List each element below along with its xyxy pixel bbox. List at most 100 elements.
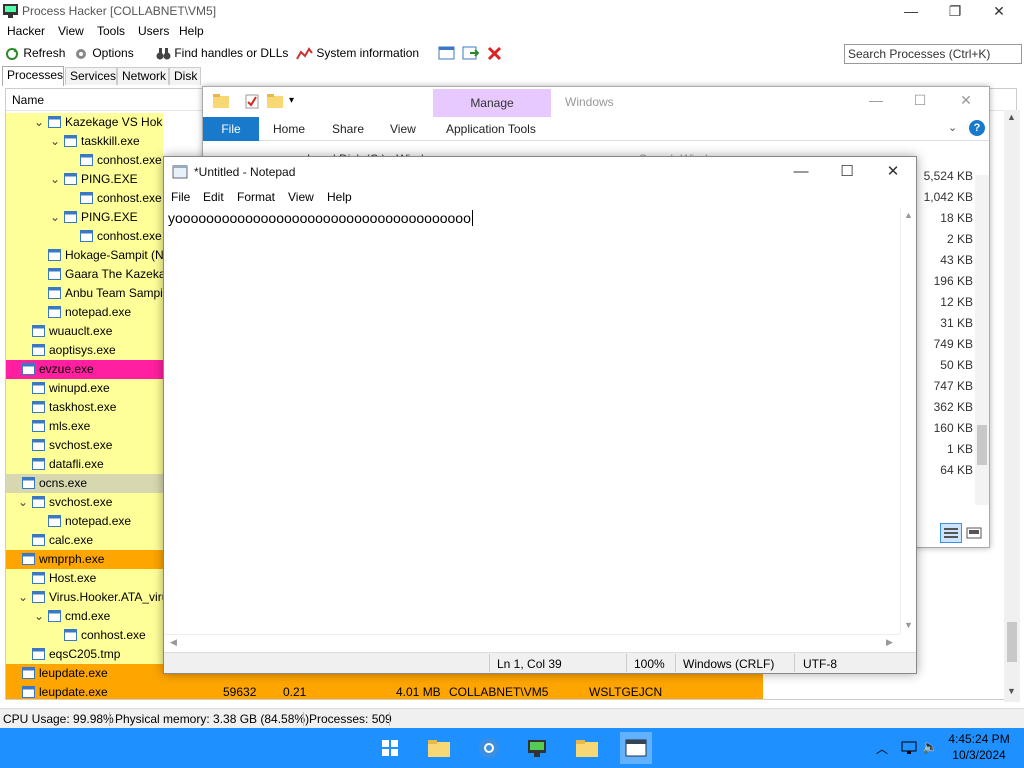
- taskbar-explorer-2[interactable]: [574, 736, 600, 760]
- terminate-button[interactable]: [487, 46, 502, 64]
- process-row[interactable]: taskhost.exe: [6, 398, 163, 417]
- process-row[interactable]: ⌄ PING.EXE: [6, 208, 163, 227]
- process-row[interactable]: calc.exe: [6, 531, 163, 550]
- process-row[interactable]: conhost.exe: [6, 227, 163, 246]
- window-arrow-button[interactable]: [462, 46, 480, 64]
- options-button[interactable]: Options: [74, 46, 134, 61]
- ribbon-tab-file[interactable]: File: [203, 117, 259, 141]
- explorer-scroll-thumb[interactable]: [977, 425, 987, 465]
- process-row[interactable]: ⌄ taskkill.exe: [6, 132, 163, 151]
- menu-users[interactable]: Users: [138, 24, 169, 38]
- expand-icon[interactable]: ⌄: [50, 132, 60, 151]
- process-row[interactable]: winupd.exe: [6, 379, 163, 398]
- process-row[interactable]: ⌄ cmd.exe: [6, 607, 163, 626]
- large-icons-view-button[interactable]: [965, 525, 983, 541]
- explorer-close-button[interactable]: ✕: [943, 89, 989, 111]
- search-input[interactable]: Search Processes (Ctrl+K): [844, 44, 1022, 64]
- process-row[interactable]: conhost.exe: [6, 189, 163, 208]
- window-toolbar-button[interactable]: [438, 46, 455, 64]
- process-row[interactable]: ⌄ PING.EXE: [6, 170, 163, 189]
- close-button[interactable]: ✕: [976, 0, 1022, 22]
- manage-tab[interactable]: Manage: [433, 89, 551, 117]
- show-hidden-icons-icon[interactable]: ︿: [876, 740, 888, 757]
- expand-icon[interactable]: ⌄: [50, 170, 60, 189]
- explorer-maximize-button[interactable]: ☐: [897, 89, 943, 111]
- taskbar-process-hacker[interactable]: [524, 736, 550, 760]
- process-row[interactable]: ocns.exe: [6, 474, 163, 493]
- menu-tools[interactable]: Tools: [97, 24, 125, 38]
- ribbon-tab-share[interactable]: Share: [332, 122, 364, 136]
- process-row[interactable]: Anbu Team Sampit: [6, 284, 163, 303]
- notepad-menu-help[interactable]: Help: [327, 190, 352, 204]
- notepad-menu-view[interactable]: View: [288, 190, 314, 204]
- qat-dropdown-icon[interactable]: ▾: [289, 95, 294, 106]
- process-row[interactable]: datafli.exe: [6, 455, 163, 474]
- new-folder-icon[interactable]: [267, 94, 283, 108]
- process-row[interactable]: Host.exe: [6, 569, 163, 588]
- notepad-horizontal-scrollbar[interactable]: ◀ ▶: [164, 634, 900, 650]
- details-view-button[interactable]: [940, 523, 962, 543]
- notepad-menu-edit[interactable]: Edit: [203, 190, 224, 204]
- menu-view[interactable]: View: [58, 24, 84, 38]
- notepad-maximize-button[interactable]: ☐: [824, 161, 870, 183]
- start-button[interactable]: [378, 736, 404, 760]
- process-row[interactable]: Gaara The Kazekage: [6, 265, 163, 284]
- refresh-button[interactable]: Refresh: [5, 46, 65, 61]
- volume-icon[interactable]: 🔈: [922, 739, 938, 755]
- ribbon-tab-view[interactable]: View: [390, 122, 416, 136]
- process-row[interactable]: conhost.exe: [6, 626, 163, 645]
- notepad-minimize-button[interactable]: —: [778, 161, 824, 183]
- process-row[interactable]: eqsC205.tmp: [6, 645, 163, 664]
- explorer-scrollbar[interactable]: [975, 175, 989, 505]
- process-row[interactable]: ⌄ Virus.Hooker.ATA_viru: [6, 588, 163, 607]
- process-row[interactable]: notepad.exe: [6, 303, 163, 322]
- notepad-menu-file[interactable]: File: [171, 190, 190, 204]
- expand-icon[interactable]: ⌄: [18, 588, 28, 607]
- scroll-down-icon[interactable]: ▼: [1007, 686, 1016, 696]
- ribbon-tab-home[interactable]: Home: [273, 122, 305, 136]
- process-row[interactable]: wuauclt.exe: [6, 322, 163, 341]
- notepad-vertical-scrollbar[interactable]: ▲ ▼: [900, 208, 916, 634]
- help-icon[interactable]: ?: [969, 120, 985, 136]
- notepad-scroll-left-icon[interactable]: ◀: [170, 637, 177, 648]
- properties-icon[interactable]: [245, 94, 259, 109]
- notepad-close-button[interactable]: ✕: [870, 161, 916, 183]
- network-icon[interactable]: [900, 740, 918, 756]
- find-handles-button[interactable]: Find handles or DLLs: [156, 46, 288, 61]
- menu-help[interactable]: Help: [179, 24, 204, 38]
- notepad-scroll-right-icon[interactable]: ▶: [886, 637, 893, 648]
- taskbar-notepad[interactable]: [620, 732, 652, 764]
- expand-icon[interactable]: ⌄: [50, 208, 60, 227]
- tab-processes[interactable]: Processes: [2, 66, 64, 86]
- notepad-menu-format[interactable]: Format: [237, 190, 275, 204]
- process-row[interactable]: conhost.exe: [6, 151, 163, 170]
- minimize-button[interactable]: —: [888, 0, 934, 22]
- expand-icon[interactable]: ⌄: [18, 493, 28, 512]
- tab-disk[interactable]: Disk: [169, 67, 201, 85]
- process-row[interactable]: ⌄ svchost.exe: [6, 493, 163, 512]
- explorer-minimize-button[interactable]: —: [853, 89, 899, 111]
- vertical-scrollbar[interactable]: ▲ ▼: [1004, 110, 1020, 702]
- process-row[interactable]: notepad.exe: [6, 512, 163, 531]
- tab-network[interactable]: Network: [117, 67, 169, 85]
- taskbar-browser[interactable]: [476, 736, 502, 760]
- tab-services[interactable]: Services: [65, 67, 117, 85]
- ribbon-tab-application-tools[interactable]: Application Tools: [446, 122, 536, 136]
- process-row[interactable]: Hokage-Sampit (Ne: [6, 246, 163, 265]
- menu-hacker[interactable]: Hacker: [7, 24, 45, 38]
- expand-icon[interactable]: ⌄: [34, 607, 44, 626]
- notepad-text-area[interactable]: yoooooooooooooooooooooooooooooooooooooo: [164, 208, 900, 638]
- restore-button[interactable]: ❐: [932, 0, 978, 22]
- notepad-scroll-down-icon[interactable]: ▼: [904, 620, 913, 630]
- process-row[interactable]: mls.exe: [6, 417, 163, 436]
- notepad-scroll-up-icon[interactable]: ▲: [904, 210, 913, 220]
- process-row[interactable]: svchost.exe: [6, 436, 163, 455]
- scroll-up-icon[interactable]: ▲: [1007, 112, 1016, 122]
- clock[interactable]: 4:45:24 PM 10/3/2024: [944, 731, 1014, 763]
- scroll-thumb[interactable]: [1007, 622, 1017, 662]
- process-row[interactable]: aoptisys.exe: [6, 341, 163, 360]
- taskbar-file-explorer[interactable]: [426, 736, 452, 760]
- process-row[interactable]: ⌄ Kazekage VS Hokage.exe: [6, 113, 163, 132]
- expand-ribbon-icon[interactable]: ⌄: [948, 121, 957, 134]
- system-info-button[interactable]: System information: [296, 46, 419, 61]
